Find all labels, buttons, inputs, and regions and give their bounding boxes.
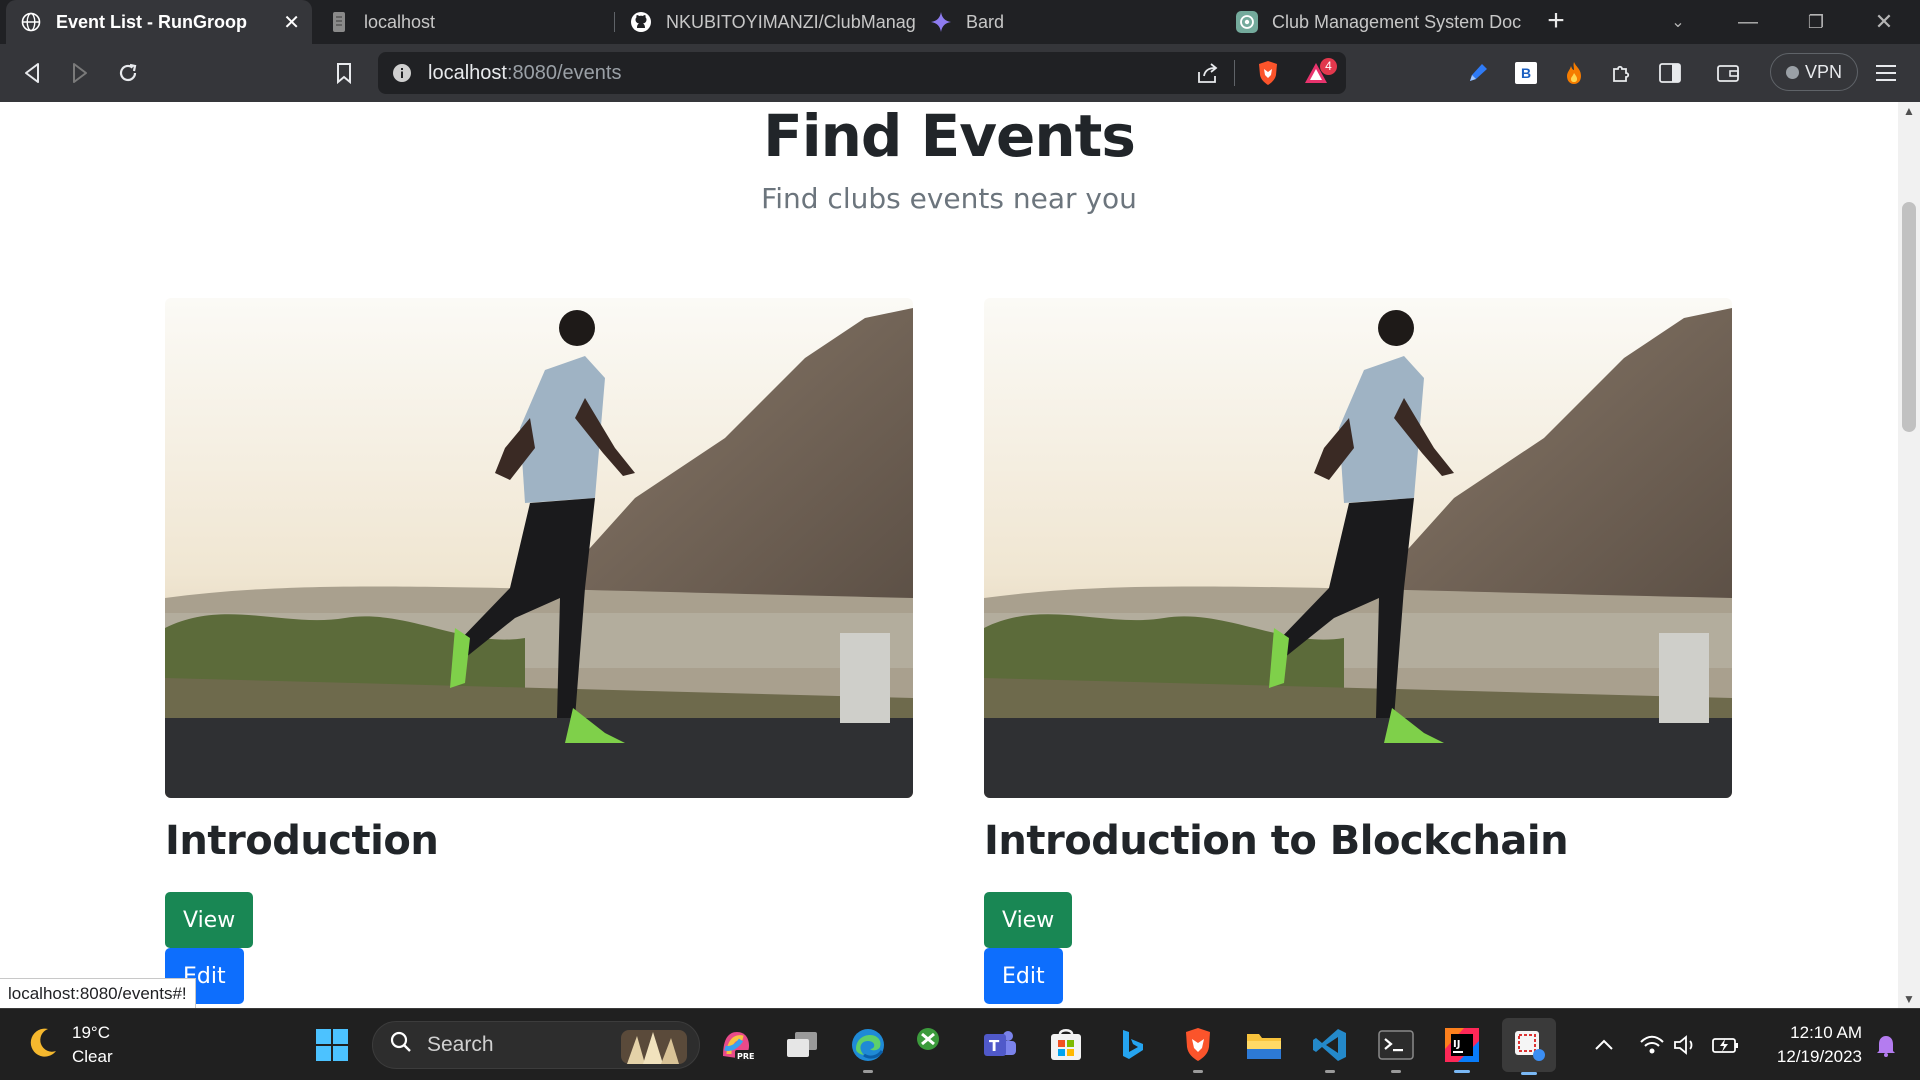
tab-localhost[interactable]: localhost	[314, 0, 614, 44]
tab-bard[interactable]: Bard	[916, 0, 1222, 44]
bard-sparkle-icon	[930, 11, 952, 33]
event-image	[984, 298, 1732, 798]
edit-event-button[interactable]: Edit	[984, 948, 1063, 1004]
pen-extension-icon[interactable]	[1460, 55, 1496, 91]
forward-icon[interactable]	[62, 55, 98, 91]
show-hidden-icons-chevron-icon[interactable]	[1586, 1023, 1622, 1067]
battery-charging-icon[interactable]	[1708, 1023, 1744, 1067]
tab-chatgpt-doc[interactable]: Club Management System Doc	[1222, 0, 1528, 44]
clock-time: 12:10 AM	[1790, 1023, 1862, 1042]
link-status-bubble: localhost:8080/events#!	[0, 978, 196, 1010]
site-info-icon[interactable]	[392, 63, 412, 88]
back-icon[interactable]	[14, 55, 50, 91]
moon-icon	[24, 1025, 60, 1066]
tab-label: Bard	[966, 11, 1005, 32]
chatgpt-icon	[1236, 11, 1258, 33]
reload-icon[interactable]	[110, 55, 146, 91]
teams-icon[interactable]: T	[978, 1023, 1022, 1067]
svg-text:T: T	[989, 1037, 1000, 1055]
notification-bell-icon[interactable]	[1868, 1023, 1904, 1067]
svg-text:IJ: IJ	[1453, 1039, 1460, 1050]
terminal-icon[interactable]	[1374, 1023, 1418, 1073]
volume-icon[interactable]	[1668, 1023, 1704, 1067]
vscode-icon[interactable]	[1308, 1023, 1352, 1073]
sidebar-toggle-icon[interactable]	[1652, 55, 1688, 91]
vpn-label: VPN	[1804, 61, 1842, 82]
url-path: :8080/events	[506, 62, 622, 84]
event-title: Introduction	[165, 818, 439, 864]
clock-date: 12/19/2023	[1776, 1047, 1862, 1066]
page-scrollbar[interactable]: ▲ ▼	[1898, 102, 1920, 1008]
scroll-up-icon[interactable]: ▲	[1898, 104, 1920, 118]
page-subtitle: Find clubs events near you	[761, 182, 1137, 215]
vpn-button[interactable]: VPN	[1770, 53, 1858, 91]
menu-hamburger-icon[interactable]	[1868, 55, 1904, 91]
intellij-idea-icon[interactable]: IJ	[1440, 1023, 1484, 1073]
brave-shields-icon[interactable]	[1256, 60, 1280, 91]
browser-tab-strip: Event List - RunGroop ✕ localhost NKUBIT…	[0, 0, 1920, 44]
tab-github[interactable]: NKUBITOYIMANZI/ClubManage	[616, 0, 916, 44]
minimize-icon[interactable]: —	[1714, 0, 1782, 44]
weather-desc: Clear	[72, 1047, 113, 1066]
close-tab-icon[interactable]: ✕	[283, 10, 300, 35]
bing-icon[interactable]	[1110, 1023, 1154, 1067]
search-placeholder: Search	[427, 1033, 494, 1056]
search-icon	[389, 1030, 413, 1060]
tab-event-list[interactable]: Event List - RunGroop ✕	[6, 0, 312, 44]
wifi-icon[interactable]	[1634, 1023, 1670, 1067]
windows-start-icon[interactable]	[310, 1023, 354, 1067]
event-title: Introduction to Blockchain	[984, 818, 1569, 864]
vpn-status-icon	[1785, 65, 1799, 79]
close-window-icon[interactable]: ✕	[1850, 0, 1918, 44]
browser-toolbar: localhost:8080/events 4 B VPN	[0, 44, 1920, 102]
task-view-icon[interactable]	[780, 1023, 824, 1067]
page-content: Find Events Find clubs events near you I…	[0, 102, 1898, 1008]
xbox-widget-icon[interactable]	[906, 1017, 950, 1061]
svg-text:PRE: PRE	[737, 1052, 755, 1061]
address-bar[interactable]: localhost:8080/events 4	[378, 52, 1346, 94]
weather-temp: 19°C	[72, 1023, 110, 1042]
tab-label: Event List - RunGroop	[56, 11, 247, 32]
brave-rewards-icon[interactable]: 4	[1304, 58, 1337, 91]
extensions-puzzle-icon[interactable]	[1604, 55, 1640, 91]
wallet-icon[interactable]	[1710, 55, 1746, 91]
file-explorer-icon[interactable]	[1242, 1023, 1286, 1067]
url-text: localhost:8080/events	[428, 62, 621, 85]
github-icon	[630, 11, 652, 33]
globe-icon	[20, 11, 42, 33]
event-image	[165, 298, 913, 798]
bookmark-icon[interactable]	[326, 55, 362, 91]
page-title: Find Events	[763, 102, 1136, 170]
scroll-thumb[interactable]	[1902, 202, 1916, 432]
tab-label: Club Management System Doc	[1272, 11, 1522, 32]
system-clock[interactable]: 12:10 AM 12/19/2023	[1752, 1021, 1862, 1069]
view-event-button[interactable]: View	[984, 892, 1073, 948]
search-highlight-icon	[617, 1026, 691, 1072]
tab-label: NKUBITOYIMANZI/ClubManage	[666, 11, 916, 32]
rewards-badge: 4	[1320, 58, 1337, 75]
share-icon[interactable]	[1196, 62, 1220, 89]
scroll-down-icon[interactable]: ▼	[1898, 992, 1920, 1006]
page-icon	[328, 11, 350, 33]
view-event-button[interactable]: View	[165, 892, 254, 948]
tab-label: localhost	[364, 11, 436, 32]
url-host: localhost	[428, 62, 507, 84]
taskbar-search[interactable]: Search	[372, 1021, 700, 1069]
restore-icon[interactable]: ❐	[1782, 0, 1850, 44]
weather-widget[interactable]: 19°C Clear	[24, 1021, 113, 1069]
brave-browser-icon[interactable]	[1176, 1023, 1220, 1073]
fire-extension-icon[interactable]	[1556, 55, 1592, 91]
tab-search-chevron-icon[interactable]: ⌄	[1644, 0, 1712, 44]
copilot-pre-icon[interactable]: PRE	[714, 1023, 758, 1067]
microsoft-store-icon[interactable]	[1044, 1023, 1088, 1067]
edge-browser-icon[interactable]	[846, 1023, 890, 1073]
new-tab-button[interactable]: +	[1538, 4, 1574, 40]
b-extension-icon[interactable]: B	[1508, 55, 1544, 91]
windows-taskbar: 19°C Clear Search PRE T IJ 12:10 AM 12/1…	[0, 1008, 1920, 1080]
snipping-tool-icon[interactable]	[1502, 1018, 1556, 1075]
